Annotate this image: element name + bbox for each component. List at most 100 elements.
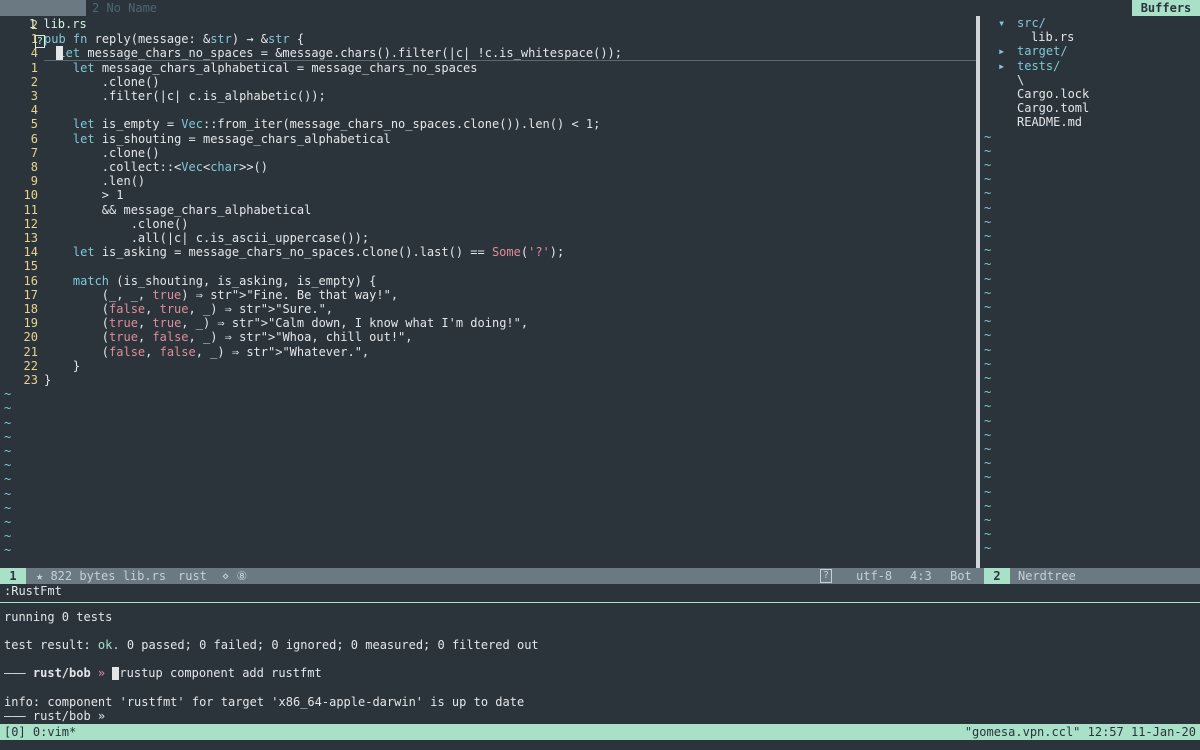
empty-line-marker: ~ [4, 415, 12, 430]
code-line: 20 (true, false, _) ⇒ str">"Whoa, chill … [0, 330, 976, 344]
tree-folder[interactable]: ▸ tests/ [980, 59, 1200, 73]
code-line: 10 > 1 [0, 188, 976, 202]
line-number: 2 [30, 18, 38, 32]
code-text: (false, false, _) ⇒ str">"Whatever.", [44, 344, 370, 359]
code-line: 22 } [0, 359, 976, 373]
code-line: 19 (true, true, _) ⇒ str">"Calm down, I … [0, 316, 976, 330]
code-line: 2 [0, 18, 976, 32]
tabline: 1 lib.rs ? 2 No Name Buffers [0, 0, 1200, 48]
line-number: 15 [23, 259, 38, 274]
command-line[interactable]: :RustFmt [4, 583, 62, 599]
buffers-label[interactable]: Buffers [1132, 0, 1200, 16]
terminal-prompt: ––– rust/bob » rustup component add rust… [4, 666, 322, 680]
chevron-right-icon[interactable]: ▸ [998, 59, 1005, 73]
empty-line-marker: ~ [4, 429, 12, 444]
tmux-window-list[interactable]: [0] 0:vim* [4, 724, 76, 740]
line-number: 6 [30, 131, 38, 146]
help-icon: ? [820, 569, 833, 583]
code-line: 17 (_, _, true) ⇒ str">"Fine. Be that wa… [0, 288, 976, 302]
empty-line-marker: ~ [984, 243, 992, 258]
tree-label: \ [1017, 72, 1025, 87]
code-text: let is_shouting = message_chars_alphabet… [72, 131, 391, 146]
empty-line-marker: ~ [984, 442, 992, 456]
prompt-text: ––– rust/bob » [4, 709, 106, 723]
empty-line-marker: ~ [4, 458, 12, 473]
line-number: 22 [23, 358, 38, 373]
tree-label: lib.rs [1031, 30, 1075, 45]
editor-pane[interactable]: 2 1 pub fn reply(message: &str) → &str {4 … [0, 16, 976, 568]
code-text: .filter(|c| c.is_alphabetic()); [44, 89, 326, 103]
empty-line-marker: ~ [4, 529, 12, 544]
code-text: (false, true, _) ⇒ str">"Sure.", [44, 302, 334, 316]
code-text: .len() [44, 174, 146, 189]
status-line: 1 ★ 822 bytes lib.rs rust ⋄ ⑧ ? utf-8 4:… [0, 568, 980, 584]
empty-line-marker: ~ [4, 500, 12, 515]
code-text: .clone() [44, 74, 160, 89]
tree-file[interactable]: Cargo.lock [980, 87, 1200, 101]
empty-line-marker: ~ [984, 229, 992, 243]
tree-file[interactable]: Cargo.toml [980, 101, 1200, 115]
tree-folder[interactable]: ▾ src/ [980, 16, 1200, 30]
empty-line-marker: ~ [984, 541, 992, 556]
terminal-command: rustup component add rustfmt [119, 666, 322, 680]
line-number: 11 [23, 202, 38, 217]
empty-line-marker: ~ [984, 328, 992, 343]
code-text: } [44, 358, 81, 373]
encoding: utf-8 [856, 569, 893, 583]
tree-file[interactable]: lib.rs [980, 30, 1200, 44]
line-number: 2 [30, 74, 38, 89]
chevron-down-icon[interactable]: ▾ [998, 16, 1005, 30]
line-number: 21 [23, 344, 38, 359]
tab-no-name[interactable]: 2 No Name [92, 0, 157, 16]
line-number: 5 [30, 117, 38, 132]
scroll-position: Bot [950, 569, 972, 583]
tree-folder[interactable]: ▸ target/ [980, 44, 1200, 58]
tree-label: tests/ [1017, 58, 1061, 73]
terminal-line: running 0 tests [4, 610, 113, 624]
empty-line-marker: ~ [4, 401, 12, 416]
empty-line-marker: ~ [984, 172, 992, 187]
line-number: 19 [23, 316, 38, 331]
tree-label: Cargo.toml [1017, 101, 1090, 116]
empty-line-marker: ~ [4, 515, 12, 529]
empty-line-marker: ~ [984, 285, 992, 300]
code-text: (_, _, true) ⇒ str">"Fine. Be that way!"… [44, 287, 399, 302]
nerdtree-pane[interactable]: ▾ src/lib.rs ▸ target/ ▸ tests/\ Cargo.lock Car… [980, 16, 1200, 568]
tree-file[interactable]: \ [980, 73, 1200, 87]
chevron-right-icon[interactable]: ▸ [998, 44, 1005, 58]
editor-cursor [56, 46, 63, 61]
prompt-arrow: » [90, 666, 113, 680]
code-text: .collect::<Vec<char>>() [44, 160, 269, 174]
empty-line-marker: ~ [984, 158, 992, 172]
code-line: 18 (false, true, _) ⇒ str">"Sure.", [0, 302, 976, 316]
window-number: 2 [984, 568, 1010, 584]
window-number: 1 [0, 568, 26, 584]
tab-lib-rs[interactable]: 1 lib.rs ? [0, 0, 87, 48]
line-number: 14 [23, 245, 38, 260]
code-text: let message_chars_no_spaces = &message.c… [58, 46, 622, 61]
line-number: 1 [30, 60, 38, 75]
line-number: 20 [23, 330, 38, 345]
line-number: 17 [23, 287, 38, 302]
code-text: let is_empty = Vec::from_iter(message_ch… [72, 117, 601, 132]
tree-label: src/ [1017, 16, 1046, 30]
file-info: ★ 822 bytes lib.rs [36, 569, 167, 583]
code-text: pub fn reply(message: &str) → &str { [44, 32, 305, 47]
code-text: .clone() [44, 145, 160, 160]
code-text: let is_asking = message_chars_no_spaces.… [72, 245, 565, 260]
empty-line-marker: ~ [984, 413, 992, 428]
tree-file[interactable]: README.md [980, 115, 1200, 129]
code-text: } [44, 373, 52, 387]
code-text: (true, false, _) ⇒ str">"Whoa, chill out… [44, 330, 413, 345]
code-text: .all(|c| c.is_ascii_uppercase()); [44, 231, 370, 245]
code-line: 16 match (is_shouting, is_asking, is_emp… [0, 274, 976, 288]
line-number: 7 [30, 145, 38, 160]
code-line: 7 .clone() [0, 146, 976, 160]
empty-line-marker: ~ [984, 399, 992, 414]
empty-line-marker: ~ [984, 129, 992, 144]
code-line: 15 [0, 259, 976, 273]
horizontal-split[interactable] [0, 602, 1200, 603]
empty-line-marker: ~ [984, 527, 992, 542]
empty-line-marker: ~ [984, 257, 992, 272]
line-number: 4 [30, 103, 38, 118]
